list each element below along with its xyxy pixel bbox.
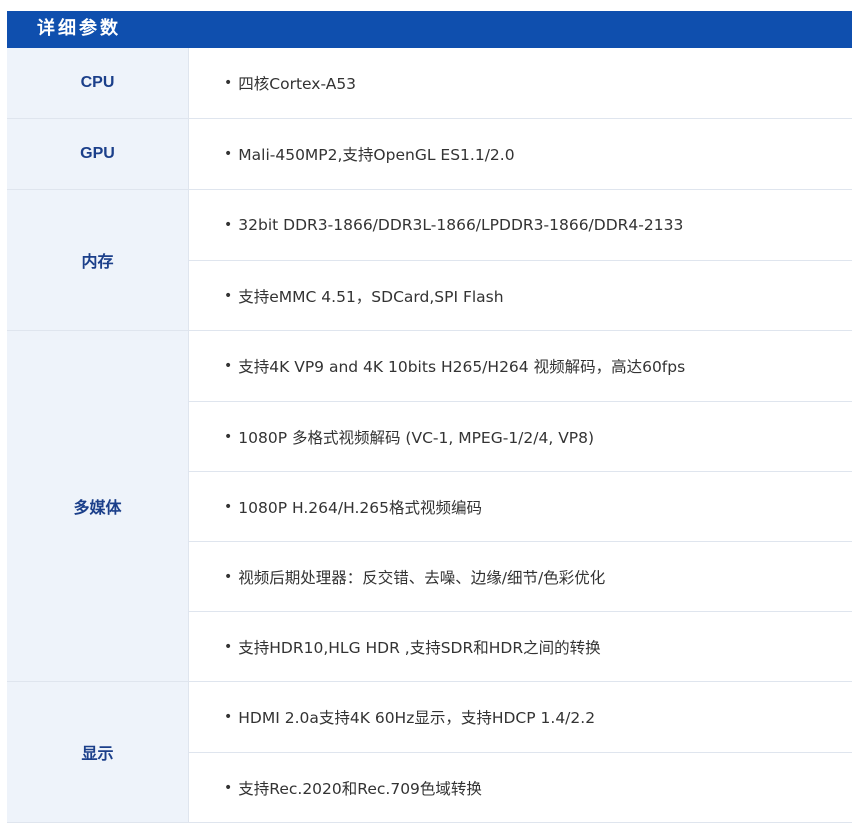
bullet-icon: • (224, 358, 233, 374)
spec-value-text: 1080P 多格式视频解码 (VC-1, MPEG-1/2/4, VP8) (238, 428, 595, 447)
bullet-icon: • (224, 75, 233, 91)
spec-value-text: 支持Rec.2020和Rec.709色域转换 (238, 779, 482, 798)
spec-value-row: • 32bit DDR3-1866/DDR3L-1866/LPDDR3-1866… (189, 190, 852, 260)
spec-value-row: • 支持4K VP9 and 4K 10bits H265/H264 视频解码，… (189, 331, 852, 401)
bullet-icon: • (224, 146, 233, 162)
spec-group-gpu: GPU • Mali-450MP2,支持OpenGL ES1.1/2.0 (7, 119, 852, 190)
spec-label: 多媒体 (7, 331, 189, 681)
spec-group-multimedia: 多媒体 • 支持4K VP9 and 4K 10bits H265/H264 视… (7, 331, 852, 682)
bullet-icon: • (224, 217, 233, 233)
spec-value-row: • 1080P 多格式视频解码 (VC-1, MPEG-1/2/4, VP8) (189, 401, 852, 471)
bullet-icon: • (224, 287, 233, 304)
bullet-icon: • (224, 638, 233, 655)
spec-value-text: HDMI 2.0a支持4K 60Hz显示，支持HDCP 1.4/2.2 (238, 709, 596, 727)
spec-value-text: Mali-450MP2,支持OpenGL ES1.1/2.0 (238, 146, 515, 164)
spec-value-row: • HDMI 2.0a支持4K 60Hz显示，支持HDCP 1.4/2.2 (189, 682, 852, 752)
section-header: 详细参数 (7, 11, 852, 48)
bullet-icon: • (224, 428, 233, 445)
spec-value-row: • Mali-450MP2,支持OpenGL ES1.1/2.0 (189, 119, 852, 189)
spec-table: CPU • 四核Cortex-A53 GPU • Mali-450MP2,支持O… (7, 48, 852, 823)
spec-label: 显示 (7, 682, 189, 822)
spec-values: • 32bit DDR3-1866/DDR3L-1866/LPDDR3-1866… (189, 190, 852, 330)
bullet-icon: • (224, 709, 233, 725)
spec-value-row: • 支持HDR10,HLG HDR ,支持SDR和HDR之间的转换 (189, 611, 852, 681)
spec-values: • Mali-450MP2,支持OpenGL ES1.1/2.0 (189, 119, 852, 189)
spec-value-text: 视频后期处理器：反交错、去噪、边缘/细节/色彩优化 (238, 568, 606, 587)
spec-label: GPU (7, 119, 189, 189)
bullet-icon: • (224, 779, 233, 796)
spec-value-text: 支持HDR10,HLG HDR ,支持SDR和HDR之间的转换 (238, 638, 601, 657)
bullet-icon: • (224, 568, 233, 585)
bullet-icon: • (224, 498, 233, 515)
spec-values: • 支持4K VP9 and 4K 10bits H265/H264 视频解码，… (189, 331, 852, 681)
spec-value-row: • 支持eMMC 4.51，SDCard,SPI Flash (189, 260, 852, 330)
spec-value-text: 支持4K VP9 and 4K 10bits H265/H264 视频解码，高达… (238, 358, 686, 376)
spec-value-row: • 1080P H.264/H.265格式视频编码 (189, 471, 852, 541)
spec-values: • 四核Cortex-A53 (189, 48, 852, 118)
spec-value-row: • 四核Cortex-A53 (189, 48, 852, 118)
spec-value-text: 1080P H.264/H.265格式视频编码 (238, 498, 482, 517)
spec-group-display: 显示 • HDMI 2.0a支持4K 60Hz显示，支持HDCP 1.4/2.2… (7, 682, 852, 823)
spec-values: • HDMI 2.0a支持4K 60Hz显示，支持HDCP 1.4/2.2 • … (189, 682, 852, 822)
section-title: 详细参数 (37, 18, 121, 39)
spec-label: 内存 (7, 190, 189, 330)
spec-value-text: 32bit DDR3-1866/DDR3L-1866/LPDDR3-1866/D… (238, 216, 684, 234)
spec-label: CPU (7, 48, 189, 118)
spec-value-text: 四核Cortex-A53 (238, 75, 357, 93)
spec-value-row: • 支持Rec.2020和Rec.709色域转换 (189, 752, 852, 822)
spec-value-row: • 视频后期处理器：反交错、去噪、边缘/细节/色彩优化 (189, 541, 852, 611)
spec-group-cpu: CPU • 四核Cortex-A53 (7, 48, 852, 119)
spec-value-text: 支持eMMC 4.51，SDCard,SPI Flash (238, 287, 504, 306)
spec-group-memory: 内存 • 32bit DDR3-1866/DDR3L-1866/LPDDR3-1… (7, 190, 852, 331)
